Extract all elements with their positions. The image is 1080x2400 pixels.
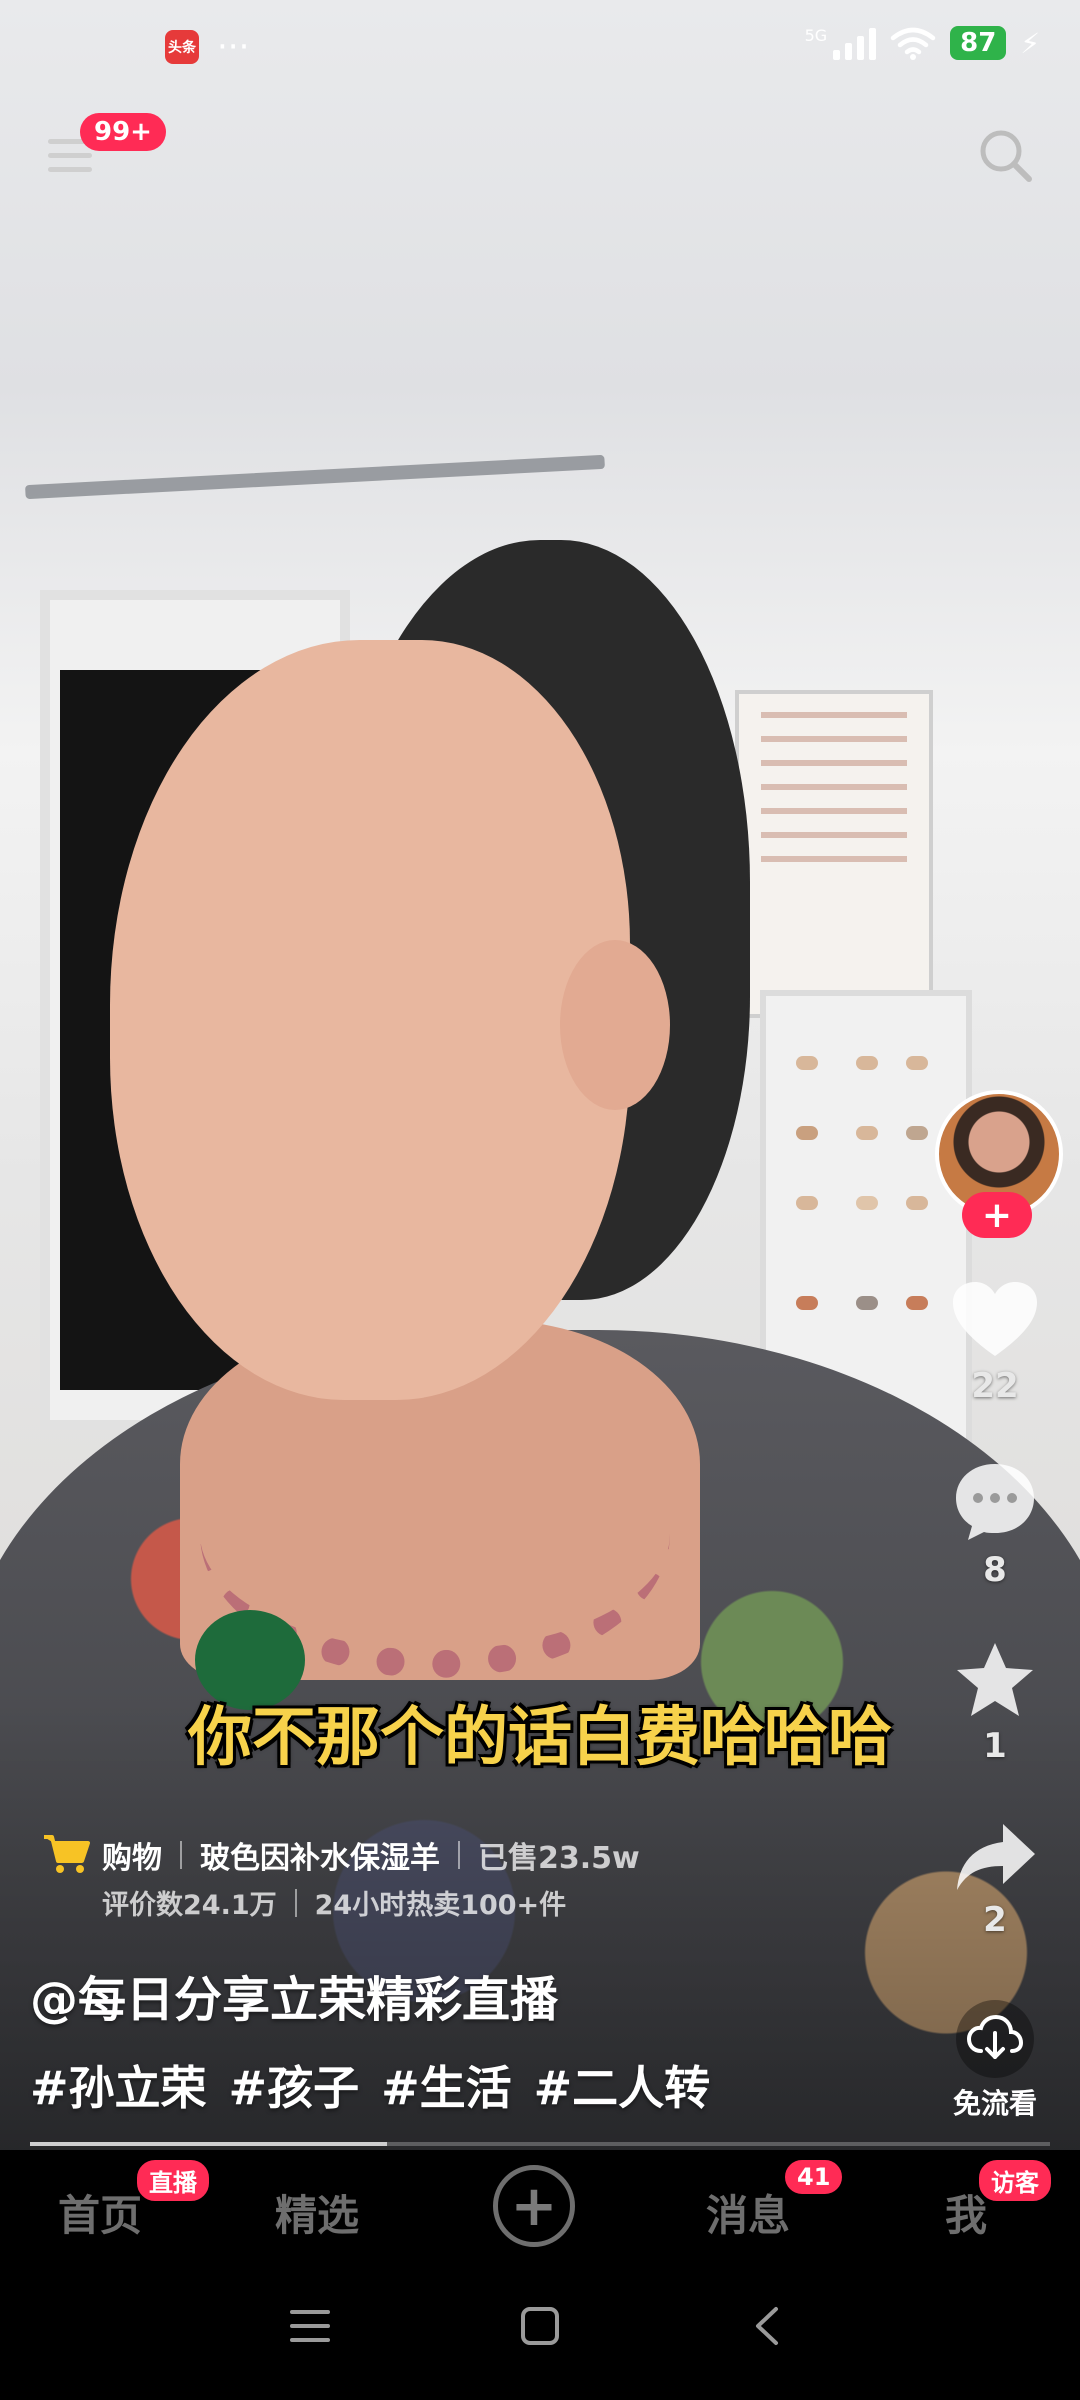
hashtag[interactable]: #二人转 [534,2052,711,2118]
video-subtitle: 你不那个的话白费哈哈哈 [188,1700,892,1775]
tab-messages[interactable]: 消息 [706,2182,790,2243]
video-progress-fill [30,2142,387,2146]
hashtag[interactable]: #生活 [381,2052,512,2118]
app-notification-icon: 头条 [165,30,199,64]
messages-badge: 41 [783,2158,845,2196]
favorite-count: 1 [983,1726,1007,1766]
share-icon [953,1820,1037,1894]
download-button[interactable]: 免流看 [940,2000,1050,2122]
tab-home[interactable]: 首页 [58,2182,142,2243]
divider [294,1888,297,1917]
home-icon[interactable] [520,2306,560,2346]
like-button[interactable]: 22 [940,1280,1050,1406]
more-notifications-icon: ··· [217,27,250,67]
status-right: 5G 87 ⚡ [805,26,1040,60]
comment-count: 8 [983,1550,1007,1590]
product-reviews: 评价数24.1万 [102,1890,277,1921]
cart-icon [42,1833,90,1879]
search-icon[interactable] [975,125,1035,185]
system-nav [0,2260,1080,2400]
heart-icon [951,1280,1039,1360]
charging-icon: ⚡ [1020,26,1040,60]
hashtags: #孙立荣 #孩子 #生活 #二人转 [30,2052,710,2118]
shopping-label: 购物 [102,1841,162,1876]
live-badge: 直播 [135,2158,211,2203]
shopping-line2: 评价数24.1万 24小时热卖100+件 [102,1883,566,1922]
download-label: 免流看 [952,2087,1037,2120]
cloud-download-icon [956,2000,1034,2078]
tab-featured[interactable]: 精选 [275,2182,359,2243]
network-type: 5G [804,26,828,45]
create-button[interactable]: + [493,2165,575,2247]
wifi-icon [890,27,936,60]
status-bar: 头条 ··· 5G 87 ⚡ [0,0,1080,96]
like-count: 22 [971,1366,1019,1406]
person-ear [560,940,670,1110]
hashtag[interactable]: #孙立荣 [30,2052,207,2118]
back-icon[interactable] [752,2306,782,2346]
signal-icon [833,26,877,60]
battery-level: 87 [950,26,1007,60]
menu-badge: 99+ [80,113,166,151]
screen: 头条 ··· 5G 87 ⚡ 99+ + 22 8 1 2 免流看 你不那个的话… [0,0,1080,2400]
person-face [110,640,630,1400]
share-count: 2 [983,1900,1007,1940]
product-sold: 已售23.5w [478,1841,640,1876]
comment-icon [952,1460,1038,1544]
wall-poster [735,690,933,1018]
author-name[interactable]: @每日分享立荣精彩直播 [30,1960,558,2030]
shopping-line1: 购物 玻色因补水保湿羊 已售23.5w [102,1833,640,1877]
share-button[interactable]: 2 [940,1820,1050,1940]
divider [458,1841,460,1869]
recents-icon[interactable] [290,2308,330,2344]
status-left: 头条 ··· [165,30,249,64]
product-hot: 24小时热卖100+件 [314,1890,567,1921]
visitor-badge: 访客 [977,2158,1053,2203]
comment-button[interactable]: 8 [940,1460,1050,1590]
follow-button[interactable]: + [962,1192,1032,1238]
hashtag[interactable]: #孩子 [229,2052,360,2118]
product-name: 玻色因补水保湿羊 [200,1841,440,1876]
ceiling-rail [25,454,605,500]
shopping-card[interactable]: 购物 玻色因补水保湿羊 已售23.5w 评价数24.1万 24小时热卖100+件 [30,1815,670,1927]
video-progress-bar[interactable] [30,2142,1050,2146]
divider [180,1841,182,1869]
